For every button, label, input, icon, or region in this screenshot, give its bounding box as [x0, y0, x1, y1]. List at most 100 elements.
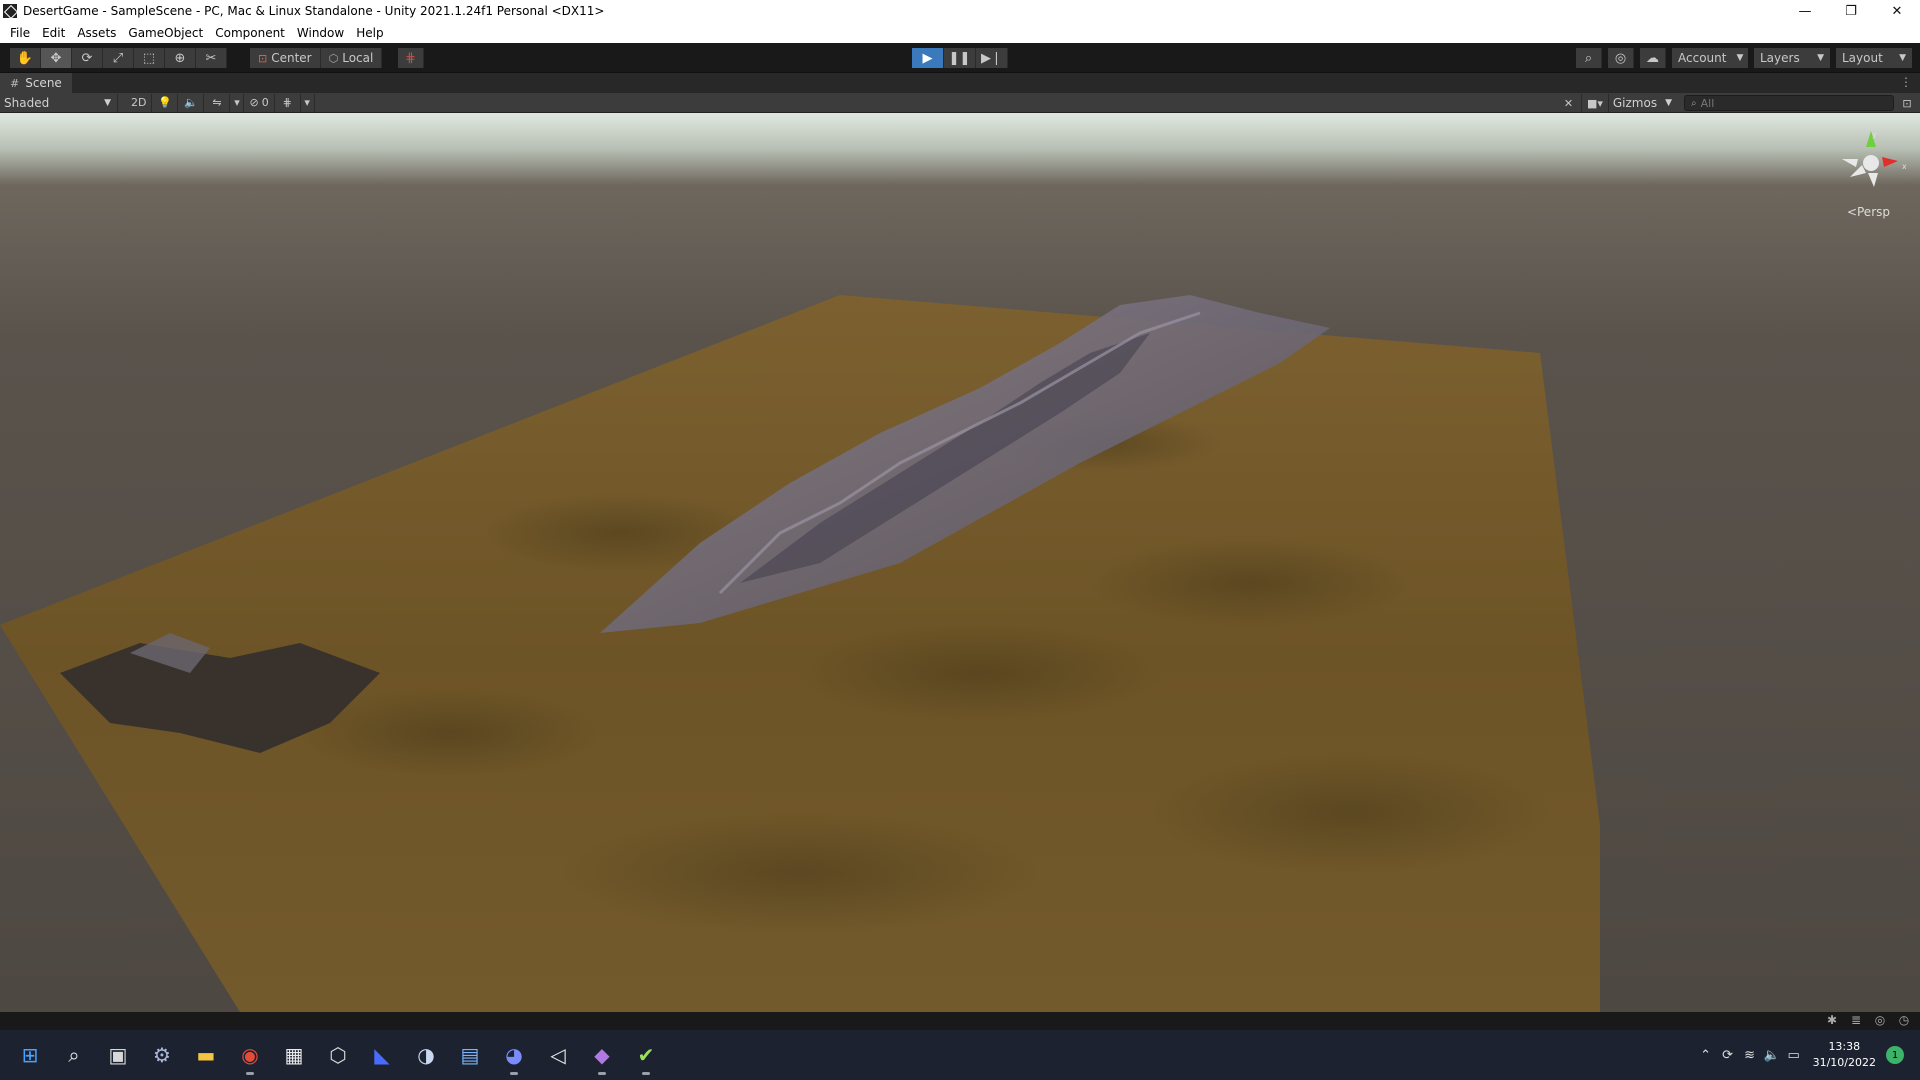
- progress-icon[interactable]: ◷: [1892, 1013, 1916, 1027]
- rect-tool-icon[interactable]: ⬚: [134, 48, 165, 68]
- orientation-gizmo[interactable]: x y: [1836, 129, 1906, 209]
- cloud-icon[interactable]: ☁: [1640, 48, 1666, 68]
- wifi-icon[interactable]: ≋: [1739, 1048, 1761, 1063]
- axis-gizmo-icon: x y: [1842, 130, 1906, 187]
- layout-dropdown[interactable]: Layout ▼: [1836, 48, 1912, 68]
- chevron-down-icon: ▼: [1899, 53, 1906, 63]
- window-controls: — ❐ ✕: [1782, 0, 1920, 22]
- rotate-tool-icon[interactable]: ⟳: [72, 48, 103, 68]
- unity-icon[interactable]: ◁: [540, 1039, 576, 1071]
- minimize-button[interactable]: —: [1782, 0, 1828, 22]
- menu-file[interactable]: File: [4, 26, 36, 40]
- sync-icon[interactable]: ⟳: [1717, 1048, 1739, 1063]
- collab-icon[interactable]: ◎: [1608, 48, 1634, 68]
- file-explorer-icon[interactable]: ▬: [188, 1039, 224, 1071]
- window-title: DesertGame - SampleScene - PC, Mac & Lin…: [23, 4, 605, 18]
- menu-window[interactable]: Window: [291, 26, 350, 40]
- grid-toggle-icon[interactable]: ⋕: [275, 93, 301, 112]
- custom-tool-icon[interactable]: ✂: [196, 48, 227, 68]
- layers-dropdown[interactable]: Layers ▼: [1754, 48, 1830, 68]
- discord-icon[interactable]: ◕: [496, 1039, 532, 1075]
- hidden-count: 0: [261, 96, 269, 109]
- tab-scene[interactable]: # Scene: [0, 73, 72, 93]
- menu-component[interactable]: Component: [209, 26, 291, 40]
- scene-viewport[interactable]: x y <Persp: [0, 113, 1920, 1012]
- start-menu-icon[interactable]: ⊞: [12, 1039, 48, 1071]
- settings-icon[interactable]: ⚙: [144, 1039, 180, 1071]
- battery-icon[interactable]: ▭: [1783, 1048, 1805, 1063]
- chevron-down-icon: ▼: [1817, 53, 1824, 63]
- kebab-menu-icon[interactable]: ⋮: [1900, 75, 1912, 89]
- account-label: Account: [1678, 51, 1727, 65]
- pause-button[interactable]: ❚❚: [944, 48, 976, 68]
- pivot-center-icon: ⊡: [258, 51, 268, 65]
- projection-toggle[interactable]: <Persp: [1847, 205, 1890, 219]
- chevron-up-icon[interactable]: ⌃: [1695, 1048, 1717, 1063]
- taskbar-apps: ⊞ ⌕ ▣ ⚙ ▬ ◉ ▦ ⬡ ◣ ◑ ▤ ◕ ◁ ◆ ✔: [12, 1039, 672, 1075]
- system-tray: ⌃ ⟳ ≋ 🔈 ▭ 13:38 31/10/2022 1: [1695, 1030, 1920, 1080]
- layers-label: Layers: [1760, 51, 1800, 65]
- menu-assets[interactable]: Assets: [71, 26, 122, 40]
- chrome-icon[interactable]: ◉: [232, 1039, 268, 1075]
- step-button[interactable]: ▶❘: [976, 48, 1008, 68]
- tools-icon[interactable]: ✕: [1556, 94, 1582, 112]
- scale-tool-icon[interactable]: ⤢: [103, 48, 134, 68]
- restore-button[interactable]: ❐: [1828, 0, 1874, 22]
- svg-text:x: x: [1902, 162, 1906, 171]
- steam-icon[interactable]: ◑: [408, 1039, 444, 1071]
- notepad-icon[interactable]: ▤: [452, 1039, 488, 1071]
- shading-mode-dropdown[interactable]: Shaded ▼: [0, 93, 118, 112]
- menu-bar: File Edit Assets GameObject Component Wi…: [0, 22, 1920, 43]
- close-button[interactable]: ✕: [1874, 0, 1920, 22]
- pivot-group: ⊡ Center ⬡ Local: [250, 48, 383, 68]
- search-options-icon[interactable]: ⊡: [1894, 94, 1920, 112]
- transform-tool-icon[interactable]: ⊕: [165, 48, 196, 68]
- notification-badge[interactable]: 1: [1886, 1046, 1904, 1064]
- clock[interactable]: 13:38 31/10/2022: [1813, 1039, 1876, 1071]
- status-bar: ✱ ≣ ◎ ◷: [0, 1012, 1920, 1030]
- menu-help[interactable]: Help: [350, 26, 389, 40]
- effects-icon[interactable]: ⇋: [204, 93, 231, 112]
- scene-toolbar: Shaded ▼ 2D 💡 🔈 ⇋ ▾ ⊘ 0 ⋕ ▾ ✕ ■▾ Gizmos ▼…: [0, 93, 1920, 113]
- search-icon: ⌕: [1691, 97, 1697, 109]
- scene-grid-icon: #: [10, 76, 20, 90]
- main-toolbar: ✋ ✥ ⟳ ⤢ ⬚ ⊕ ✂ ⊡ Center ⬡ Local ⋕ ▶ ❚❚ ▶❘ ⌕…: [0, 43, 1920, 73]
- scene-visibility-button[interactable]: ⊘ 0: [244, 93, 275, 112]
- account-dropdown[interactable]: Account ▼: [1672, 48, 1748, 68]
- gizmos-dropdown[interactable]: Gizmos ▼: [1609, 94, 1676, 112]
- title-bar: DesertGame - SampleScene - PC, Mac & Lin…: [0, 0, 1920, 22]
- app-icon[interactable]: ✔: [628, 1039, 664, 1075]
- hand-tool-icon[interactable]: ✋: [10, 48, 41, 68]
- volume-icon[interactable]: 🔈: [1761, 1048, 1783, 1063]
- store-icon[interactable]: ▦: [276, 1039, 312, 1071]
- camera-icon[interactable]: ■▾: [1582, 94, 1609, 112]
- play-button[interactable]: ▶: [912, 48, 944, 68]
- status-icons: ✱ ≣ ◎ ◷: [1820, 1013, 1916, 1027]
- debug-icon[interactable]: ✱: [1820, 1013, 1844, 1027]
- unity-hub-icon[interactable]: ⬡: [320, 1039, 356, 1071]
- search-icon[interactable]: ⌕: [56, 1039, 92, 1071]
- task-view-icon[interactable]: ▣: [100, 1039, 136, 1071]
- pivot-mode-button[interactable]: ⊡ Center: [250, 48, 321, 68]
- projection-label: Persp: [1857, 205, 1890, 219]
- audio-icon[interactable]: 🔈: [178, 93, 205, 112]
- gizmos-label: Gizmos: [1612, 96, 1658, 110]
- grid-dropdown-icon[interactable]: ▾: [301, 93, 315, 112]
- cache-icon[interactable]: ◎: [1868, 1013, 1892, 1027]
- pivot-rotation-button[interactable]: ⬡ Local: [320, 48, 383, 68]
- scene-lighting-icon[interactable]: 💡: [152, 93, 179, 112]
- layers-status-icon[interactable]: ≣: [1844, 1013, 1868, 1027]
- scene-search-input[interactable]: ⌕ All: [1684, 95, 1894, 111]
- visual-studio-code-icon[interactable]: ◣: [364, 1039, 400, 1071]
- toolbar-right: ⌕ ◎ ☁ Account ▼ Layers ▼ Layout ▼: [1576, 48, 1912, 68]
- transform-tools: ✋ ✥ ⟳ ⤢ ⬚ ⊕ ✂: [10, 48, 227, 68]
- menu-gameobject[interactable]: GameObject: [122, 26, 209, 40]
- move-tool-icon[interactable]: ✥: [41, 48, 72, 68]
- toggle-2d-button[interactable]: 2D: [126, 93, 153, 112]
- search-icon[interactable]: ⌕: [1576, 48, 1602, 68]
- grid-snap-group: ⋕: [398, 48, 424, 68]
- effects-dropdown-icon[interactable]: ▾: [230, 93, 245, 112]
- grid-snap-icon[interactable]: ⋕: [398, 48, 424, 68]
- visual-studio-icon[interactable]: ◆: [584, 1039, 620, 1075]
- menu-edit[interactable]: Edit: [36, 26, 71, 40]
